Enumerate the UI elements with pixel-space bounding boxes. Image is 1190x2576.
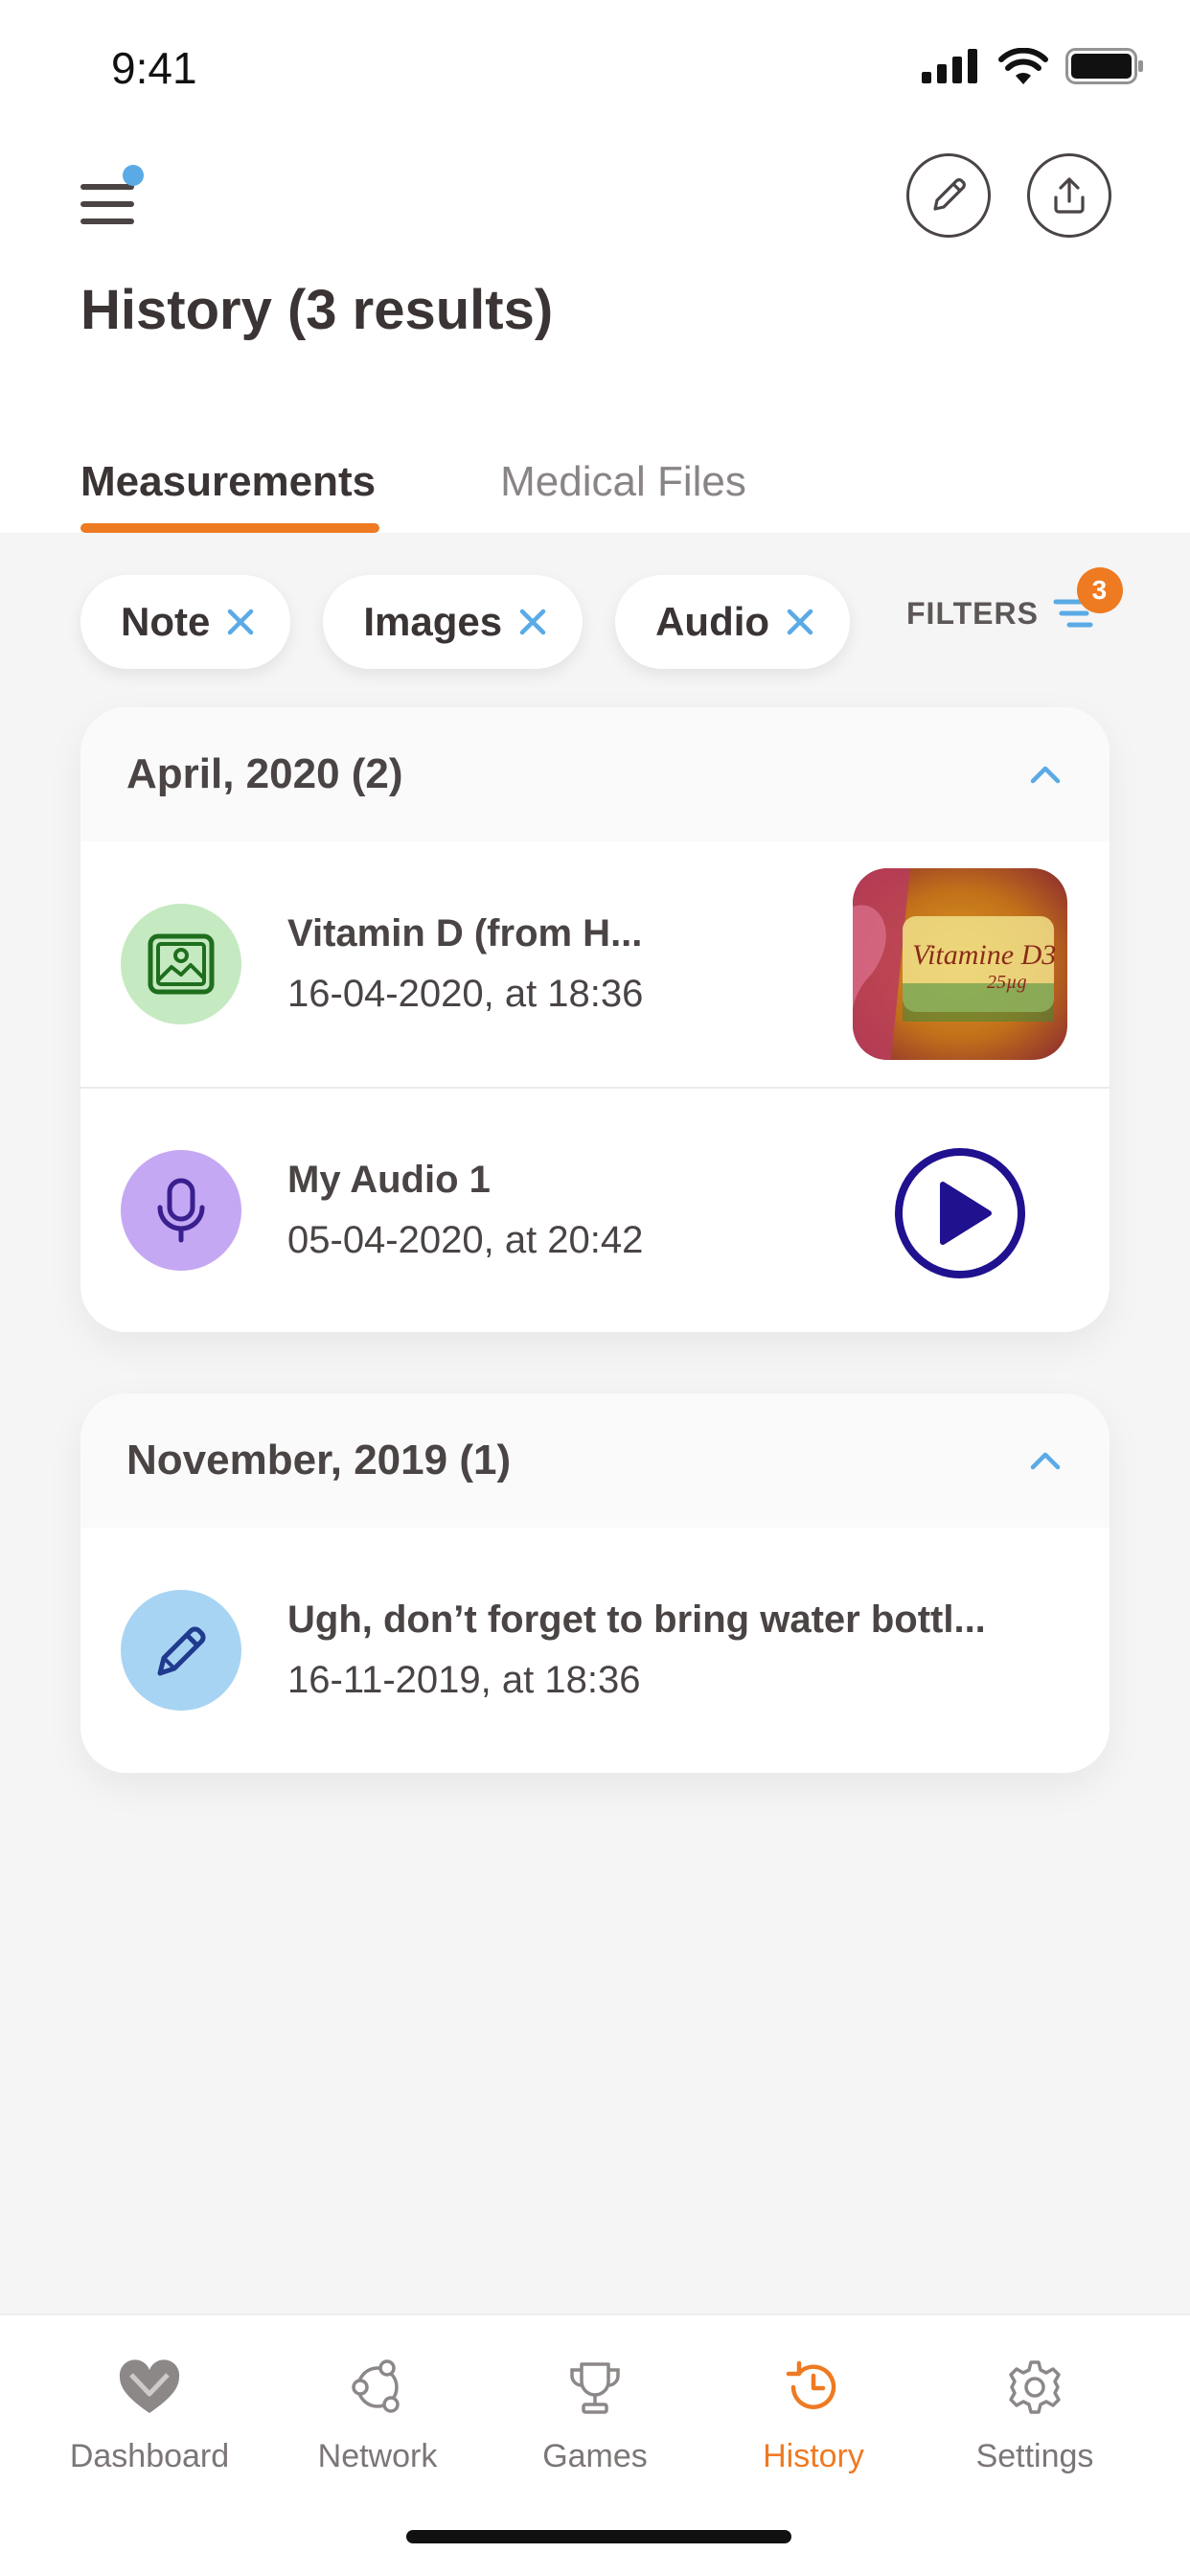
tabs: Measurements Medical Files (80, 458, 746, 533)
item-timestamp: 16-04-2020, at 18:36 (287, 973, 644, 1015)
menu-bar (80, 201, 134, 207)
item-text: My Audio 1 05-04-2020, at 20:42 (287, 1159, 643, 1262)
share-upload-icon (1054, 177, 1085, 214)
microphone-icon (121, 1150, 241, 1271)
home-indicator[interactable] (406, 2530, 791, 2543)
filters-label: FILTERS (906, 595, 1039, 631)
trophy-icon (561, 2354, 629, 2421)
chevron-up-icon[interactable] (1029, 1450, 1062, 1471)
pen-icon (121, 1590, 241, 1711)
list-item[interactable]: My Audio 1 05-04-2020, at 20:42 (80, 1087, 1110, 1332)
tab-label: Medical Files (500, 458, 746, 505)
item-text: Vitamin D (from H... 16-04-2020, at 18:3… (287, 912, 643, 1016)
active-tab-indicator (80, 523, 380, 533)
chip-label: Note (121, 599, 211, 644)
nav-dashboard[interactable]: Dashboard (54, 2354, 245, 2475)
nav-label: Settings (975, 2438, 1094, 2474)
item-title: My Audio 1 (287, 1159, 491, 1201)
cellular-signal-icon (922, 49, 977, 83)
network-icon (344, 2354, 411, 2421)
history-clock-icon (780, 2354, 847, 2421)
thumbnail-subtext: 25µg (987, 972, 1027, 993)
group-title: April, 2020 (2) (126, 750, 403, 797)
group-title: November, 2019 (1) (126, 1437, 512, 1484)
filter-chips: Note Images Audio (80, 575, 851, 669)
filter-chip-audio[interactable]: Audio (615, 575, 851, 669)
tab-label: Measurements (80, 458, 377, 505)
image-type-icon (121, 904, 241, 1024)
filter-chip-note[interactable]: Note (80, 575, 291, 669)
nav-label: Games (542, 2438, 648, 2474)
play-button[interactable] (893, 1146, 1027, 1280)
item-timestamp: 05-04-2020, at 20:42 (287, 1219, 644, 1261)
list-item[interactable]: Vitamin D (from H... 16-04-2020, at 18:3… (80, 841, 1110, 1087)
filters-count-badge: 3 (1076, 567, 1123, 613)
image-thumbnail[interactable]: Vitamine D3 25µg (853, 868, 1067, 1060)
filters-button[interactable]: FILTERS 3 (906, 567, 1123, 632)
notification-dot (123, 165, 144, 186)
gear-icon (1001, 2354, 1068, 2421)
page-title: History (3 results) (80, 279, 554, 341)
filter-chip-images[interactable]: Images (323, 575, 584, 669)
chip-label: Audio (655, 599, 770, 644)
share-button[interactable] (1027, 153, 1111, 238)
menu-bar (80, 184, 134, 190)
list-item[interactable]: Ugh, don’t forget to bring water bottl..… (80, 1528, 1110, 1773)
thumbnail-text: Vitamine D3 (912, 939, 1056, 971)
group-header[interactable]: November, 2019 (1) (80, 1393, 1110, 1528)
chip-label: Images (363, 599, 503, 644)
status-time: 9:41 (111, 43, 197, 93)
history-group: November, 2019 (1) Ugh, don’t forget to … (80, 1393, 1110, 1773)
item-title: Ugh, don’t forget to bring water bottl..… (287, 1598, 986, 1641)
header: 9:41 History (3 results) Measurements Me… (0, 0, 1190, 533)
nav-label: Dashboard (69, 2438, 230, 2474)
tab-medical-files[interactable]: Medical Files (500, 458, 746, 533)
item-timestamp: 16-11-2019, at 18:36 (287, 1659, 641, 1701)
group-header[interactable]: April, 2020 (2) (80, 707, 1110, 841)
tab-measurements[interactable]: Measurements (80, 458, 380, 533)
nav-history[interactable]: History (718, 2354, 909, 2475)
screen: 9:41 History (3 results) Measurements Me… (0, 0, 1190, 2576)
battery-icon (1065, 48, 1143, 84)
menu-bar (80, 218, 134, 224)
heart-icon (116, 2354, 183, 2421)
history-group: April, 2020 (2) Vitamin D (from H... 16-… (80, 707, 1110, 1332)
close-icon[interactable] (517, 607, 548, 637)
nav-games[interactable]: Games (499, 2354, 691, 2475)
close-icon[interactable] (225, 607, 256, 637)
nav-label: Network (317, 2438, 438, 2474)
edit-button[interactable] (906, 153, 991, 238)
wifi-icon (998, 48, 1048, 84)
nav-settings[interactable]: Settings (939, 2354, 1131, 2475)
item-title: Vitamin D (from H... (287, 912, 643, 954)
status-icons (922, 48, 1144, 84)
close-icon[interactable] (785, 607, 815, 637)
pencil-icon (933, 178, 966, 211)
chevron-up-icon[interactable] (1029, 764, 1062, 785)
nav-label: History (763, 2438, 864, 2474)
filter-lines-icon: 3 (1052, 567, 1123, 632)
menu-button[interactable] (80, 165, 144, 228)
item-text: Ugh, don’t forget to bring water bottl..… (287, 1598, 986, 1702)
nav-network[interactable]: Network (282, 2354, 473, 2475)
